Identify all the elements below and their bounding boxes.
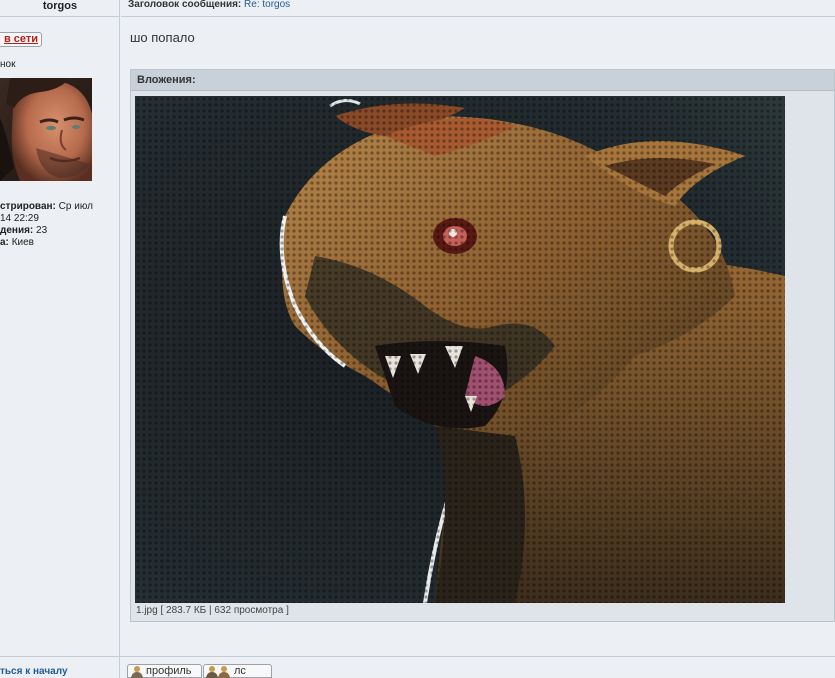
avatar: [0, 78, 92, 181]
users-icon: [206, 665, 234, 678]
profile-details: стрирован: Ср июл 14 22:29 дения: 23 а: …: [0, 201, 118, 249]
registered-value-line2: 14 22:29: [0, 213, 39, 224]
subject-link[interactable]: Re: torgos: [244, 0, 290, 10]
post-text: шо попало: [130, 30, 195, 45]
registered-label: стрирован:: [0, 201, 56, 212]
profile-button[interactable]: профиль: [127, 664, 202, 678]
attachment-box: Вложения: 1.jpg [283.7 КБ | 632 просмот…: [130, 69, 835, 622]
back-to-top-link[interactable]: ться к началу: [0, 666, 68, 677]
pm-button-label: лс: [234, 665, 246, 677]
registered-value: Ср июл: [58, 201, 93, 212]
creature-illustration: [135, 96, 785, 603]
posts-count: 23: [36, 225, 48, 236]
attachment-caption: 1.jpg [ 283.7 КБ | 632 просмотра ]: [136, 605, 289, 616]
location-value: Киев: [11, 237, 34, 248]
user-info-column: torgos в сети нок стрирован: Ср июл 14 2…: [0, 0, 120, 678]
attachment-title: Вложения:: [131, 70, 834, 91]
avatar-image: [0, 78, 92, 181]
posts-label: дения:: [0, 225, 34, 236]
divider: [0, 656, 835, 657]
post-header: Заголовок сообщения: Re: torgos: [121, 0, 835, 17]
profile-button-label: профиль: [146, 665, 192, 677]
pm-button[interactable]: лс: [203, 664, 272, 678]
user-icon: [130, 665, 144, 678]
online-status-button[interactable]: в сети: [0, 32, 42, 47]
attachment-image[interactable]: [135, 96, 785, 603]
location-label: а:: [0, 237, 9, 248]
subject-label: Заголовок сообщения:: [128, 0, 242, 10]
author-username[interactable]: torgos: [0, 0, 120, 17]
user-rank: нок: [0, 59, 16, 70]
